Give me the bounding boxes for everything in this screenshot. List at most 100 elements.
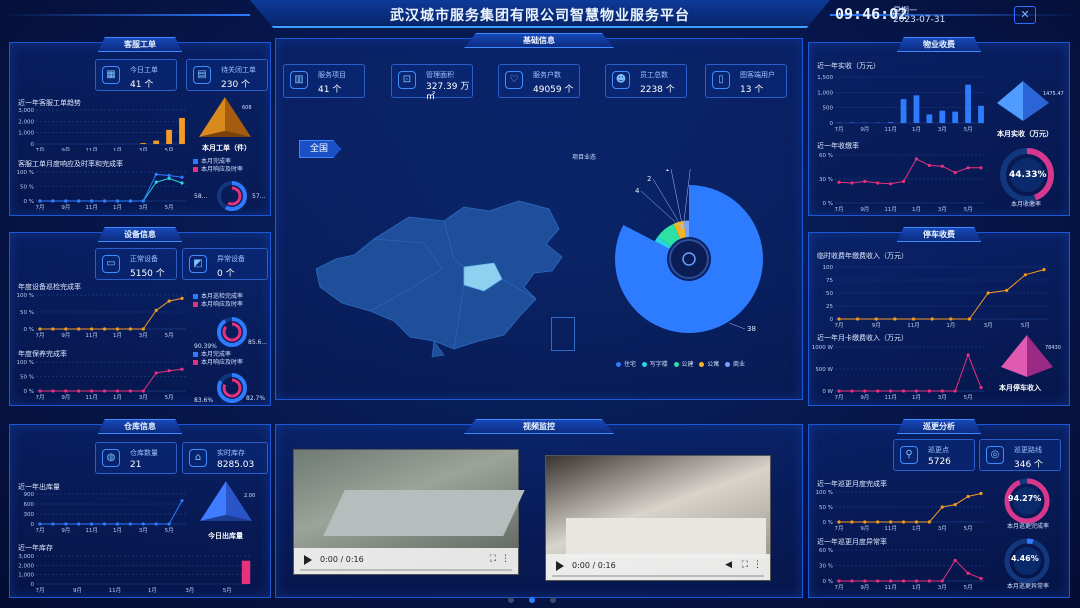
video-player-2[interactable]: 0:00 / 0:16 ◀ ⛶ ⋮ (545, 455, 771, 581)
stat-warehouse-count: ◍ 仓库数量 21 (95, 442, 177, 474)
pie-hole (669, 239, 709, 279)
more-icon[interactable]: ⋮ (501, 554, 510, 564)
x-tick-label: 3月 (139, 527, 148, 534)
y-tick-label: 100 % (17, 293, 34, 299)
y-tick-label: 30 % (819, 177, 833, 183)
x-tick-label: 3月 (139, 147, 148, 151)
carousel-dot[interactable] (508, 597, 514, 603)
series-line (40, 368, 183, 392)
y-tick-label: 50 % (20, 310, 34, 316)
x-tick-label: 7月 (835, 206, 844, 213)
video-progress[interactable] (300, 569, 512, 571)
panel-title: 设备信息 (98, 227, 182, 242)
play-icon[interactable] (556, 561, 564, 571)
bar (166, 129, 172, 144)
x-tick-label: 7月 (835, 126, 844, 133)
data-point (863, 579, 867, 583)
x-tick-label: 1月 (912, 206, 921, 213)
data-point (115, 522, 120, 526)
x-tick-label: 11月 (85, 527, 98, 534)
data-point (180, 367, 184, 371)
data-point (967, 317, 972, 321)
x-tick-label: 5月 (964, 525, 973, 532)
video-player-1[interactable]: 0:00 / 0:16 ⛶ ⋮ (293, 449, 525, 575)
data-point (837, 317, 841, 321)
more-icon[interactable]: ⋮ (753, 560, 762, 570)
stat-label: 巡更点 (928, 446, 949, 454)
video-progress[interactable] (552, 575, 764, 577)
x-tick-label: 5月 (964, 206, 973, 213)
close-icon[interactable]: ✕ (1014, 6, 1036, 24)
gauge-label: 本月收缴率 (1011, 201, 1042, 208)
stat-value: 5150 个 (130, 269, 165, 279)
donut-maintain (217, 373, 247, 403)
x-tick-label: 3月 (984, 322, 993, 329)
x-tick-label: 11月 (109, 587, 122, 594)
pyramid-collected (997, 81, 1049, 121)
data-point (889, 182, 893, 186)
page-title: 武汉城市服务集团有限公司智慧物业服务平台 (390, 8, 690, 24)
x-tick-label: 9月 (860, 126, 869, 133)
x-tick-label: 1月 (912, 584, 921, 591)
heart-icon: ♡ (505, 71, 523, 89)
x-tick-label: 1月 (946, 322, 955, 329)
chart-stock: 0 1,000 2,000 3,000 7月 9月 11月 1月 3月 5月 (18, 554, 251, 594)
data-point (863, 520, 867, 524)
stat-value: 346 个 (1014, 460, 1044, 470)
stat-value: 41 个 (318, 85, 342, 95)
route-icon: ◎ (986, 446, 1004, 464)
data-point (154, 522, 158, 526)
carousel-dot[interactable] (550, 597, 557, 603)
pie-legend: 住宅 写字楼 公建 公寓 商业 (616, 359, 745, 368)
video-time: 0:00 / 0:16 (572, 561, 616, 570)
panel-property-fee: 物业收费 近一年实收（万元） 0 500 1,000 1,500 7月 9月 11月 1月 3月… (808, 37, 1070, 216)
pyramid-label: 本月实收（万元） (997, 130, 1053, 138)
data-point (979, 576, 983, 581)
data-point (77, 327, 81, 331)
y-tick-label: 0 % (823, 201, 833, 207)
fullscreen-icon[interactable]: ⛶ (490, 554, 496, 564)
data-point (167, 176, 171, 180)
data-point (953, 171, 957, 175)
stat-households: ♡ 服务户数 49059 个 (498, 64, 580, 98)
mute-icon[interactable]: ◀ (725, 560, 732, 570)
country-button[interactable]: 全国 (299, 140, 341, 158)
data-point (850, 181, 854, 185)
calendar-icon: ▦ (102, 66, 120, 84)
y-tick-label: 0 % (24, 199, 34, 205)
data-point (953, 503, 957, 507)
x-tick-label: 7月 (36, 527, 45, 534)
video-time: 0:00 / 0:16 (320, 555, 364, 564)
data-point (141, 522, 145, 526)
data-point (141, 199, 145, 203)
data-point (154, 308, 158, 312)
x-tick-label: 5月 (165, 204, 174, 211)
y-tick-label: 0 (31, 142, 35, 148)
x-tick-label: 1月 (113, 394, 122, 401)
y-tick-label: 0 % (823, 579, 833, 585)
data-point (128, 199, 132, 203)
series-line (839, 559, 982, 582)
data-point (77, 199, 81, 203)
y-tick-label: 1,000 (817, 90, 833, 96)
carousel-dot-active[interactable] (529, 597, 536, 603)
chart-collected: 0 500 1,000 1,500 7月 9月 11月 1月 3月 5月 (817, 75, 985, 133)
fullscreen-icon[interactable]: ⛶ (742, 560, 748, 570)
data-point (102, 327, 107, 331)
panel-title: 物业收费 (897, 37, 981, 52)
bar (140, 143, 147, 144)
play-icon[interactable] (304, 555, 312, 565)
y-tick-label: 0 (830, 317, 834, 323)
pie-callout-line (728, 322, 746, 330)
donut-inspect (217, 317, 247, 347)
chart-order-trend: 0 1,000 2,000 3,000 7月 9月 11月 1月 3月 5月 (18, 108, 186, 151)
x-tick-label: 7月 (835, 394, 844, 401)
gauge-label: 本月巡更异常率 (1007, 583, 1050, 590)
y-tick-label: 30 % (819, 564, 833, 570)
stat-app-users: ▯ 图客端用户 13 个 (705, 64, 787, 98)
video-controls: 0:00 / 0:16 ◀ ⛶ ⋮ (546, 554, 770, 580)
china-map[interactable] (314, 199, 584, 359)
data-point (64, 199, 68, 203)
x-tick-label: 9月 (61, 204, 70, 211)
chart-inspect-rate: 0 % 50 % 100 % 7月 9月 11月 1月 3月 5月 (17, 293, 186, 339)
